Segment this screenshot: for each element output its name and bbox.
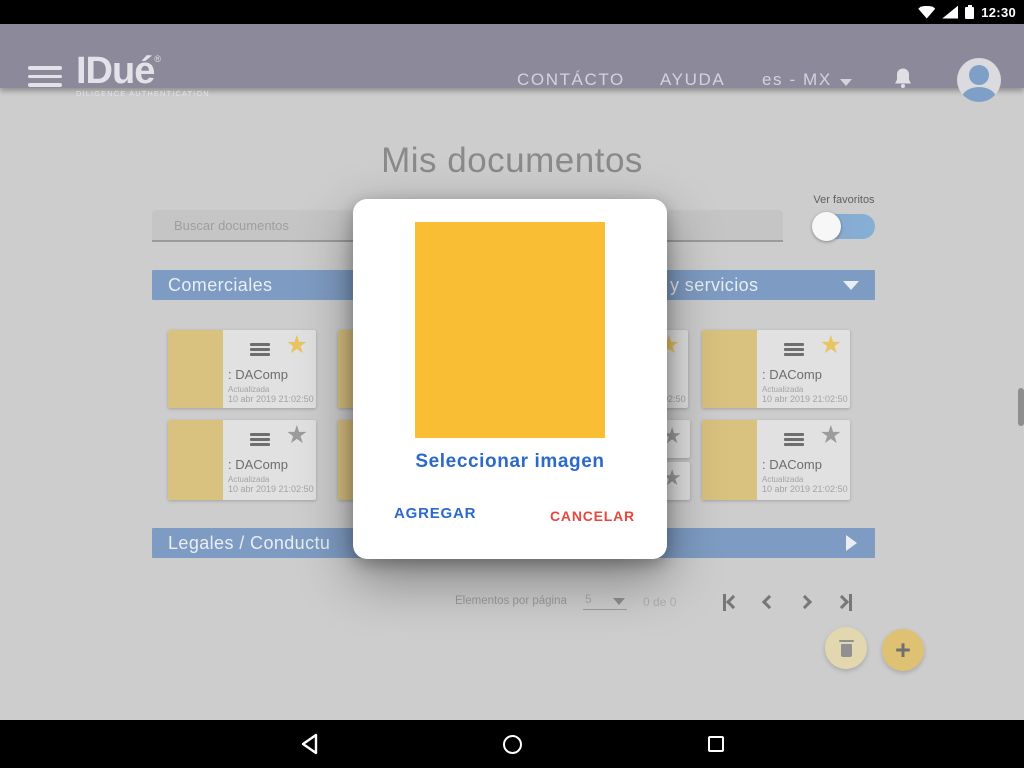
folder-thumbnail <box>168 420 223 500</box>
favorite-star-icon[interactable]: ★ <box>820 331 842 359</box>
document-date: 10 abr 2019 21:02:50 <box>228 394 314 404</box>
document-status: Actualizada <box>762 385 803 394</box>
language-selector[interactable]: es - MX <box>762 70 852 90</box>
last-page-button[interactable] <box>837 592 852 612</box>
chevron-left-icon <box>726 595 740 609</box>
cancel-button[interactable]: CANCELAR <box>550 508 635 524</box>
page-range: 0 de 0 <box>643 595 676 609</box>
home-circle-icon <box>503 735 522 754</box>
page-size-select[interactable]: 5 <box>583 590 627 610</box>
cell-signal-icon <box>942 6 958 19</box>
play-arrow-icon <box>846 535 857 551</box>
document-title: : DAComp <box>762 457 822 472</box>
document-status: Actualizada <box>228 475 269 484</box>
folder-thumbnail <box>702 420 757 500</box>
add-fab[interactable]: + <box>882 629 924 671</box>
page-title: Mis documentos <box>0 141 1024 181</box>
plus-icon: + <box>895 637 911 664</box>
avatar-body <box>962 87 996 102</box>
android-nav-bar <box>0 720 1024 768</box>
favorite-star-icon[interactable]: ★ <box>820 421 842 449</box>
back-button[interactable] <box>286 720 334 768</box>
document-card[interactable]: ★ : DAComp Actualizada 10 abr 2019 21:02… <box>168 330 316 408</box>
status-time: 12:30 <box>981 5 1016 20</box>
brand-tagline: DILIGENCE AUTHENTICATION <box>76 89 210 98</box>
hamburger-menu-button[interactable] <box>28 66 62 90</box>
image-preview <box>415 222 605 438</box>
document-date: 10 abr 2019 21:02:50 <box>228 484 314 494</box>
document-date: 10 abr 2019 21:02:50 <box>762 394 848 404</box>
status-bar: 12:30 <box>0 0 1024 24</box>
nav-help[interactable]: AYUDA <box>660 70 725 90</box>
document-title: : DAComp <box>228 457 288 472</box>
card-menu-icon[interactable] <box>250 343 270 359</box>
section-servicios-label: y servicios <box>670 270 758 300</box>
items-per-page-label: Elementos por página <box>455 595 567 607</box>
app-logo: IDué® DILIGENCE AUTHENTICATION <box>76 52 210 98</box>
document-card[interactable]: ★ : DAComp Actualizada 10 abr 2019 21:02… <box>702 420 850 500</box>
select-image-dialog: Seleccionar imagen AGREGAR CANCELAR <box>353 199 667 559</box>
card-menu-icon[interactable] <box>250 433 270 449</box>
favorites-toggle[interactable] <box>813 214 875 239</box>
language-value: es - MX <box>762 70 832 89</box>
wifi-icon <box>918 6 935 19</box>
chevron-down-icon <box>843 281 859 290</box>
document-status: Actualizada <box>762 475 803 484</box>
trash-icon <box>839 640 854 657</box>
chevron-right-icon <box>835 595 849 609</box>
section-comerciales-label: Comerciales <box>168 270 272 300</box>
delete-fab[interactable] <box>825 627 867 669</box>
card-menu-icon[interactable] <box>784 433 804 449</box>
section-legales-label: Legales / Conductu <box>168 528 330 558</box>
home-button[interactable] <box>488 720 536 768</box>
recents-square-icon <box>708 736 724 752</box>
avatar-head <box>969 65 989 85</box>
previous-page-button[interactable] <box>764 592 774 612</box>
nav-contact[interactable]: CONTÁCTO <box>517 70 625 90</box>
notifications-button[interactable] <box>893 67 913 95</box>
chevron-down-icon <box>613 598 625 605</box>
document-status: Actualizada <box>228 385 269 394</box>
document-title: : DAComp <box>762 367 822 382</box>
favorite-star-icon[interactable]: ★ <box>286 331 308 359</box>
folder-thumbnail <box>168 330 223 408</box>
favorites-label: Ver favoritos <box>801 194 887 206</box>
document-title: : DAComp <box>228 367 288 382</box>
document-card[interactable]: ★ : DAComp Actualizada 10 abr 2019 21:02… <box>168 420 316 500</box>
favorite-star-icon[interactable]: ★ <box>286 421 308 449</box>
folder-thumbnail <box>702 330 757 408</box>
bell-icon <box>893 67 913 90</box>
first-page-button[interactable] <box>723 592 738 612</box>
screen: 12:30 IDué® DILIGENCE AUTHENTICATION CON… <box>0 0 1024 768</box>
brand-name: IDué <box>76 50 154 92</box>
card-menu-icon[interactable] <box>784 343 804 359</box>
toggle-knob <box>812 212 841 241</box>
page-size-value: 5 <box>585 592 592 606</box>
chevron-left-icon <box>762 595 776 609</box>
battery-icon <box>965 5 974 19</box>
registered-mark: ® <box>154 54 161 64</box>
back-triangle-icon <box>300 732 320 756</box>
avatar[interactable] <box>957 58 1001 102</box>
scrollbar-thumb[interactable] <box>1018 388 1024 426</box>
next-page-button[interactable] <box>800 592 810 612</box>
document-date: 10 abr 2019 21:02:50 <box>762 484 848 494</box>
chevron-right-icon <box>798 595 812 609</box>
document-card[interactable]: ★ : DAComp Actualizada 10 abr 2019 21:02… <box>702 330 850 408</box>
app-header: IDué® DILIGENCE AUTHENTICATION CONTÁCTO … <box>0 24 1024 88</box>
recents-button[interactable] <box>692 720 740 768</box>
add-button[interactable]: AGREGAR <box>394 505 476 522</box>
chevron-down-icon <box>840 79 852 86</box>
dialog-title: Seleccionar imagen <box>353 451 667 473</box>
